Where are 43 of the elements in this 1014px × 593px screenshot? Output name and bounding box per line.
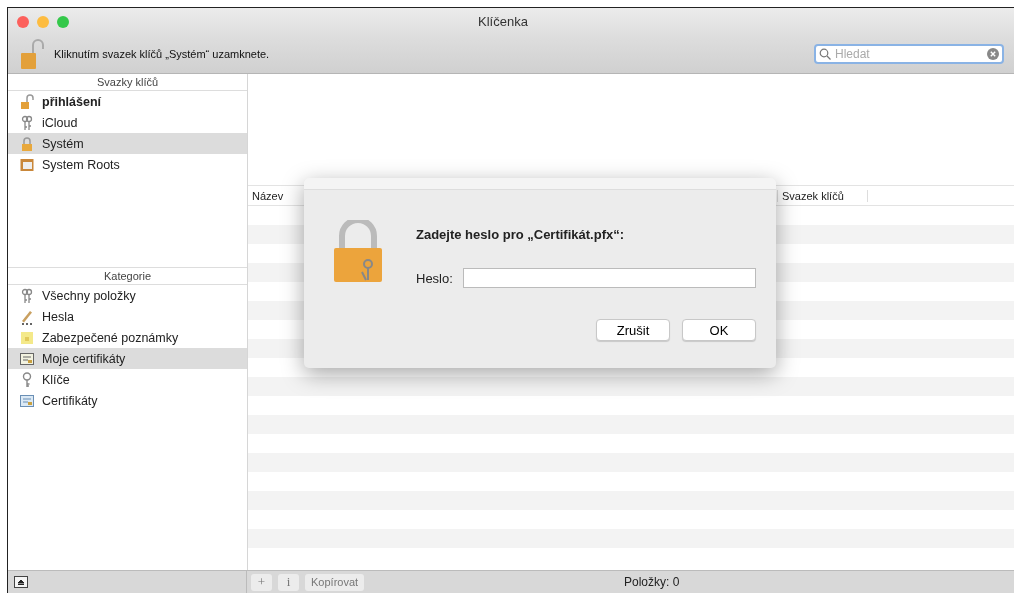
lock-message: Kliknutím svazek klíčů „Systém“ uzamknete.	[54, 48, 271, 60]
section-header: Svazky klíčů	[8, 74, 247, 91]
category-item[interactable]: Zabezpečené poznámky	[8, 327, 247, 348]
certificate-icon	[20, 350, 34, 367]
category-item[interactable]: Certifikáty	[8, 390, 247, 411]
keys-icon	[20, 114, 34, 131]
search-icon	[819, 48, 831, 60]
cancel-button[interactable]: Zrušit	[596, 319, 670, 341]
note-icon	[20, 329, 34, 346]
cabinet-icon	[20, 156, 34, 173]
add-button[interactable]: +	[251, 573, 272, 591]
window-title: Klíčenka	[477, 14, 529, 29]
keychain-item[interactable]: iCloud	[8, 112, 247, 133]
pencil-icon	[20, 308, 34, 325]
category-item[interactable]: Moje certifikáty	[8, 348, 247, 369]
keychain-item[interactable]: Systém	[8, 133, 247, 154]
ok-button[interactable]: OK	[682, 319, 756, 341]
clear-icon[interactable]	[987, 48, 999, 60]
category-item[interactable]: Hesla	[8, 306, 247, 327]
open-padlock-icon	[20, 93, 34, 110]
dialog-prompt: Zadejte heslo pro „Certifikát.pfx“:	[416, 227, 626, 242]
category-item[interactable]: Klíče	[8, 369, 247, 390]
eject-icon[interactable]	[14, 576, 28, 588]
certificate-icon	[20, 392, 34, 409]
password-field[interactable]	[462, 268, 756, 288]
keys-icon	[20, 287, 34, 304]
column-header[interactable]: Svazek klíčů	[778, 189, 868, 202]
keychain-item[interactable]: přihlášení	[8, 91, 247, 112]
search-field[interactable]: Hledat	[814, 44, 1004, 64]
zoom-button[interactable]	[57, 15, 69, 28]
open-padlock-icon[interactable]	[20, 38, 44, 70]
close-button[interactable]	[17, 15, 29, 28]
category-item[interactable]: Všechny položky	[8, 285, 247, 306]
item-count: Položky: 0	[624, 575, 680, 589]
minimize-button[interactable]	[37, 15, 49, 28]
field-label: Heslo:	[416, 270, 453, 286]
keychain-item[interactable]: System Roots	[8, 154, 247, 175]
section-header: Kategorie	[8, 267, 247, 285]
padlock-keys-icon	[332, 220, 384, 284]
copy-button[interactable]: Kopírovat	[305, 573, 365, 591]
info-button[interactable]: i	[278, 573, 299, 591]
padlock-icon	[20, 135, 34, 152]
key-icon	[20, 371, 34, 388]
